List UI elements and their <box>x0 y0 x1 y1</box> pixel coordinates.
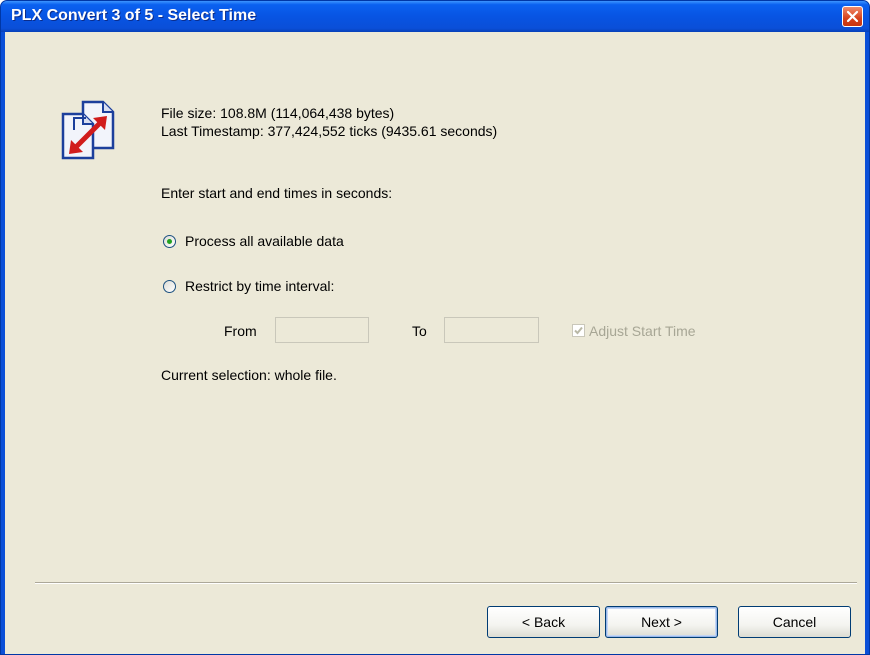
restrict-interval-radio[interactable] <box>163 280 176 293</box>
close-icon <box>846 10 859 23</box>
cancel-button[interactable]: Cancel <box>738 606 851 638</box>
to-input[interactable] <box>444 317 539 343</box>
checkmark-icon <box>574 326 583 335</box>
next-button[interactable]: Next > <box>605 606 718 638</box>
close-button[interactable] <box>842 6 863 27</box>
from-label: From <box>224 323 257 339</box>
restrict-interval-label[interactable]: Restrict by time interval: <box>185 278 334 294</box>
convert-icon <box>61 100 115 160</box>
from-input[interactable] <box>275 317 369 343</box>
process-all-radio[interactable] <box>163 235 176 248</box>
instruction-text: Enter start and end times in seconds: <box>161 185 393 201</box>
dialog-body: File size: 108.8M (114,064,438 bytes) La… <box>5 32 865 654</box>
button-separator <box>35 582 857 584</box>
last-timestamp-text: Last Timestamp: 377,424,552 ticks (9435.… <box>161 123 498 139</box>
process-all-label[interactable]: Process all available data <box>185 233 344 249</box>
window-title: PLX Convert 3 of 5 - Select Time <box>11 7 257 24</box>
file-size-text: File size: 108.8M (114,064,438 bytes) <box>161 105 395 121</box>
radio-selected-dot <box>167 239 172 244</box>
back-button[interactable]: < Back <box>487 606 600 638</box>
adjust-start-time-checkbox[interactable] <box>572 324 585 337</box>
current-selection-text: Current selection: whole file. <box>161 367 337 383</box>
to-label: To <box>412 323 427 339</box>
title-bar[interactable]: PLX Convert 3 of 5 - Select Time <box>1 1 869 32</box>
dialog-window: PLX Convert 3 of 5 - Select Time File si… <box>0 0 870 655</box>
adjust-start-time-label[interactable]: Adjust Start Time <box>589 323 696 339</box>
